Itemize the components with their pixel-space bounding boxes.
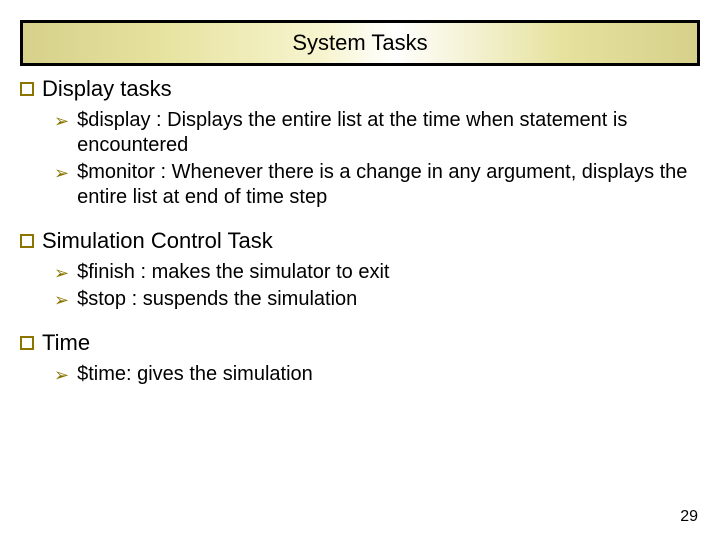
page-number: 29 — [680, 508, 698, 526]
list-item-text: $finish : makes the simulator to exit — [77, 260, 700, 285]
title-inner: System Tasks — [23, 23, 697, 63]
section-heading: Time — [20, 330, 700, 356]
square-bullet-icon — [20, 82, 34, 96]
list-item-text: $monitor : Whenever there is a change in… — [77, 160, 700, 210]
list-item-text: $time: gives the simulation — [77, 362, 700, 387]
sub-list: ➢ $display : Displays the entire list at… — [20, 108, 700, 210]
slide: System Tasks Display tasks ➢ $display : … — [0, 0, 720, 540]
section-display-tasks: Display tasks ➢ $display : Displays the … — [20, 76, 700, 210]
list-item: ➢ $stop : suspends the simulation — [54, 287, 700, 312]
list-item-text: $stop : suspends the simulation — [77, 287, 700, 312]
list-item: ➢ $monitor : Whenever there is a change … — [54, 160, 700, 210]
list-item: ➢ $time: gives the simulation — [54, 362, 700, 387]
section-heading-text: Display tasks — [42, 76, 172, 102]
slide-title: System Tasks — [292, 30, 427, 56]
sub-list: ➢ $finish : makes the simulator to exit … — [20, 260, 700, 312]
section-time: Time ➢ $time: gives the simulation — [20, 330, 700, 387]
section-heading-text: Time — [42, 330, 90, 356]
list-item: ➢ $finish : makes the simulator to exit — [54, 260, 700, 285]
content-area: Display tasks ➢ $display : Displays the … — [20, 76, 700, 405]
arrow-bullet-icon: ➢ — [54, 289, 69, 312]
section-heading: Display tasks — [20, 76, 700, 102]
list-item-text: $display : Displays the entire list at t… — [77, 108, 700, 158]
arrow-bullet-icon: ➢ — [54, 110, 69, 133]
square-bullet-icon — [20, 336, 34, 350]
title-bar: System Tasks — [20, 20, 700, 66]
arrow-bullet-icon: ➢ — [54, 364, 69, 387]
section-simulation-control: Simulation Control Task ➢ $finish : make… — [20, 228, 700, 312]
sub-list: ➢ $time: gives the simulation — [20, 362, 700, 387]
list-item: ➢ $display : Displays the entire list at… — [54, 108, 700, 158]
arrow-bullet-icon: ➢ — [54, 262, 69, 285]
section-heading-text: Simulation Control Task — [42, 228, 273, 254]
section-heading: Simulation Control Task — [20, 228, 700, 254]
arrow-bullet-icon: ➢ — [54, 162, 69, 185]
square-bullet-icon — [20, 234, 34, 248]
